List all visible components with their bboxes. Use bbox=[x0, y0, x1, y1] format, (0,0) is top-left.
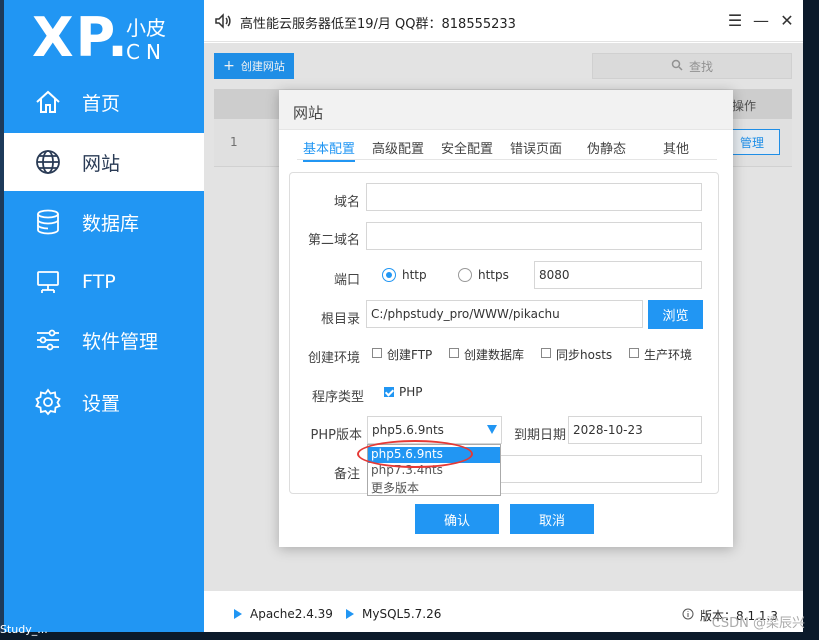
php-version-value: php5.6.9nts bbox=[372, 423, 444, 437]
sidebar-item-ftp[interactable]: FTP bbox=[4, 253, 204, 311]
dialog-title-bar: 网站 bbox=[279, 90, 733, 130]
sidebar-item-website[interactable]: 网站 bbox=[4, 133, 204, 191]
expire-date-input[interactable]: 2028-10-23 bbox=[568, 416, 702, 444]
notice-text[interactable]: 高性能云服务器低至19/月 QQ群：818555233 bbox=[240, 13, 516, 32]
tab-advanced[interactable]: 高级配置 bbox=[372, 138, 424, 157]
play-icon bbox=[346, 609, 354, 619]
sidebar-item-label: 软件管理 bbox=[82, 330, 159, 353]
menu-icon[interactable]: ☰ bbox=[725, 10, 745, 30]
mysql-label: MySQL5.7.26 bbox=[362, 607, 442, 621]
confirm-button[interactable]: 确认 bbox=[415, 504, 499, 534]
php-label: PHP bbox=[399, 385, 423, 399]
tab-error-pages[interactable]: 错误页面 bbox=[510, 138, 562, 157]
sidebar-item-label: 首页 bbox=[82, 92, 121, 115]
logo-cn-bottom: CN bbox=[126, 40, 167, 64]
program-type-label: 程序类型 bbox=[311, 390, 364, 405]
sidebar-item-label: 数据库 bbox=[82, 212, 140, 235]
dropdown-option-more[interactable]: 更多版本 bbox=[368, 479, 500, 495]
https-radio[interactable] bbox=[458, 268, 472, 282]
create-db-label: 创建数据库 bbox=[464, 348, 525, 362]
expire-date-label: 到期日期 bbox=[513, 428, 566, 443]
sidebar: XP. 小皮 CN 首页 网站 数据库 FTP 软件管理 设置 bbox=[4, 0, 204, 632]
tab-other[interactable]: 其他 bbox=[663, 138, 689, 157]
sidebar-item-software[interactable]: 软件管理 bbox=[4, 311, 204, 369]
port-input[interactable]: 8080 bbox=[534, 261, 702, 289]
create-env-label: 创建环境 bbox=[307, 351, 360, 366]
gear-icon bbox=[32, 386, 64, 418]
home-icon bbox=[32, 86, 64, 118]
sidebar-item-label: 网站 bbox=[82, 152, 121, 175]
php-checkbox[interactable] bbox=[384, 387, 394, 397]
create-ftp-label: 创建FTP bbox=[387, 348, 433, 362]
tab-rewrite[interactable]: 伪静态 bbox=[587, 138, 626, 157]
browse-button[interactable]: 浏览 bbox=[648, 300, 703, 329]
http-label: http bbox=[402, 268, 427, 282]
apache-label: Apache2.4.39 bbox=[250, 607, 333, 621]
close-button[interactable]: ✕ bbox=[777, 10, 797, 30]
create-db-checkbox[interactable] bbox=[449, 348, 459, 358]
create-ftp-checkbox[interactable] bbox=[372, 348, 382, 358]
second-domain-label: 第二域名 bbox=[307, 233, 360, 248]
sliders-icon bbox=[32, 324, 64, 356]
note-label: 备注 bbox=[333, 467, 360, 482]
root-dir-label: 根目录 bbox=[320, 312, 360, 327]
apache-status[interactable]: Apache2.4.39 bbox=[234, 607, 333, 621]
sync-hosts-checkbox[interactable] bbox=[541, 348, 551, 358]
php-version-select[interactable]: php5.6.9nts bbox=[367, 416, 502, 444]
tab-security[interactable]: 安全配置 bbox=[441, 138, 493, 157]
dialog-tabs: 基本配置 高级配置 安全配置 错误页面 伪静态 其他 bbox=[297, 134, 717, 162]
sidebar-item-label: FTP bbox=[82, 271, 116, 293]
sidebar-item-label: 设置 bbox=[82, 392, 121, 415]
sidebar-item-home[interactable]: 首页 bbox=[4, 73, 204, 131]
domain-label: 域名 bbox=[333, 195, 360, 210]
play-icon bbox=[234, 609, 242, 619]
tab-basic[interactable]: 基本配置 bbox=[303, 138, 356, 162]
root-dir-input[interactable]: C:/phpstudy_pro/WWW/pikachu bbox=[366, 300, 643, 328]
http-radio[interactable] bbox=[382, 268, 396, 282]
dropdown-arrow-icon[interactable] bbox=[487, 425, 497, 434]
note-input[interactable] bbox=[500, 455, 702, 483]
https-label: https bbox=[478, 268, 509, 282]
csdn-watermark: CSDN @梁辰兴 bbox=[711, 616, 805, 631]
speaker-icon bbox=[214, 12, 232, 30]
info-icon bbox=[682, 608, 694, 623]
taskbar-item[interactable]: Study_... bbox=[0, 623, 48, 636]
port-label: 端口 bbox=[333, 273, 360, 288]
second-domain-input[interactable] bbox=[366, 222, 702, 250]
sidebar-item-settings[interactable]: 设置 bbox=[4, 373, 204, 431]
logo-cn-top: 小皮 bbox=[126, 16, 166, 40]
dialog-title: 网站 bbox=[293, 104, 324, 122]
app-window: XP. 小皮 CN 首页 网站 数据库 FTP 软件管理 设置 高性能云服务器低… bbox=[4, 0, 803, 632]
domain-input[interactable] bbox=[366, 183, 702, 211]
desktop-bottom bbox=[0, 632, 819, 640]
sync-hosts-label: 同步hosts bbox=[556, 348, 613, 362]
production-env-label: 生产环境 bbox=[644, 348, 693, 362]
logo-main: XP. bbox=[32, 6, 130, 69]
app-logo: XP. 小皮 CN bbox=[32, 8, 202, 70]
website-dialog: 网站 基本配置 高级配置 安全配置 错误页面 伪静态 其他 域名 第二域名 端口… bbox=[279, 90, 733, 547]
cancel-button[interactable]: 取消 bbox=[510, 504, 594, 534]
sidebar-item-database[interactable]: 数据库 bbox=[4, 193, 204, 251]
production-env-checkbox[interactable] bbox=[629, 348, 639, 358]
top-bar: 高性能云服务器低至19/月 QQ群：818555233 ☰ — ✕ bbox=[204, 0, 803, 42]
globe-icon bbox=[32, 146, 64, 178]
database-icon bbox=[32, 206, 64, 238]
ftp-icon bbox=[32, 266, 64, 298]
php-version-label: PHP版本 bbox=[310, 428, 362, 443]
minimize-button[interactable]: — bbox=[751, 10, 771, 30]
highlight-ring bbox=[357, 440, 473, 468]
basic-config-form: 域名 第二域名 端口 http https 8080 根目录 C:/phpstu… bbox=[289, 172, 719, 494]
mysql-status[interactable]: MySQL5.7.26 bbox=[346, 607, 441, 621]
